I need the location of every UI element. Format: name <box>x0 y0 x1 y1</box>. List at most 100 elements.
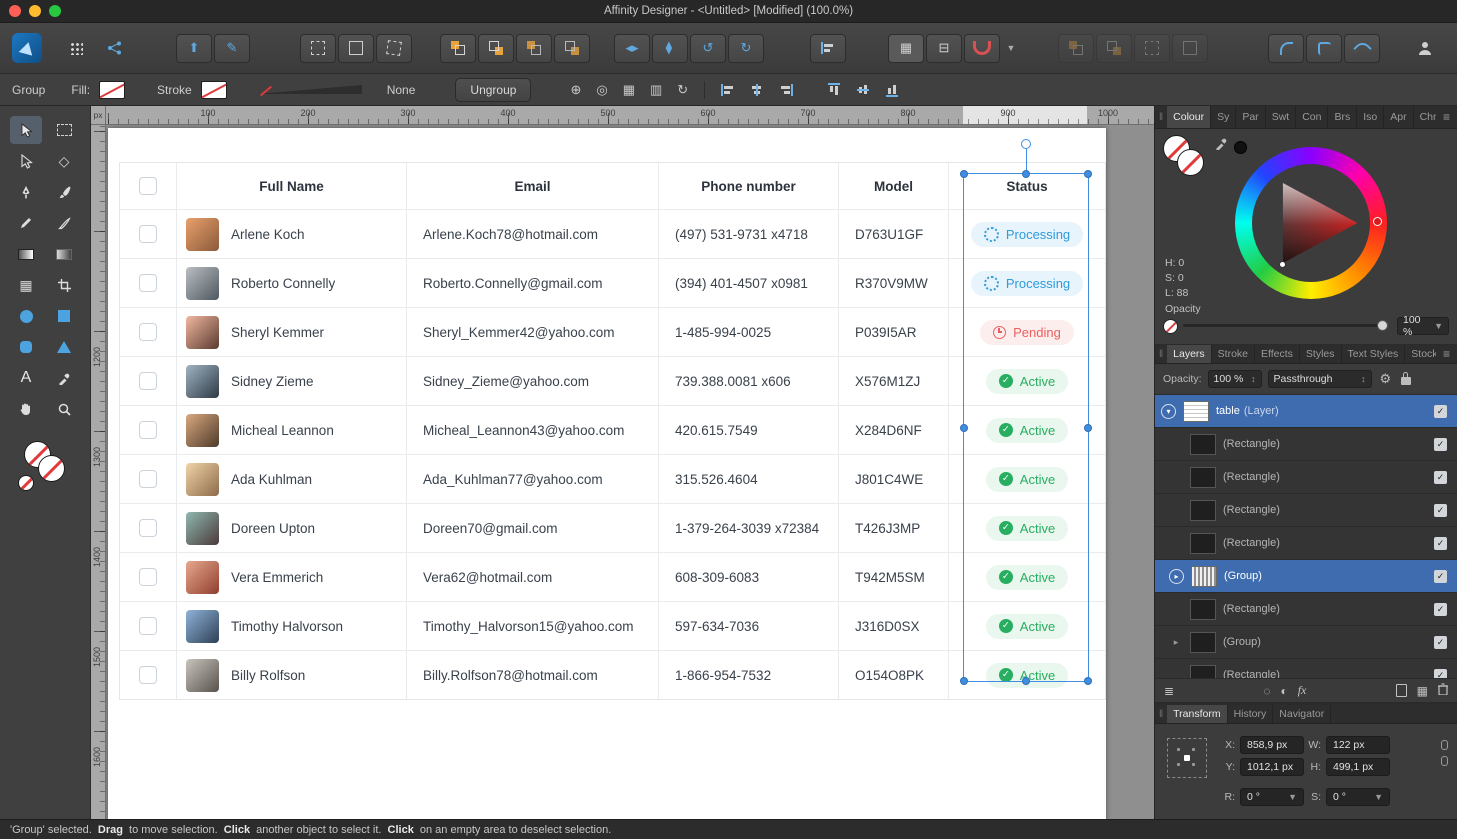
shade-marker[interactable] <box>1279 261 1286 268</box>
layer-visibility-checkbox[interactable]: ✓ <box>1434 602 1447 616</box>
header-model[interactable]: Model <box>839 163 949 209</box>
transform-tab-history[interactable]: History <box>1228 705 1274 723</box>
row-checkbox[interactable] <box>139 666 157 684</box>
close-window-button[interactable] <box>9 5 21 17</box>
minimize-window-button[interactable] <box>29 5 41 17</box>
studio-tab-par[interactable]: Par <box>1236 106 1266 128</box>
vector-brush-tool[interactable] <box>48 209 80 237</box>
show-grid-button[interactable]: ▦ <box>888 33 924 63</box>
status-cell[interactable]: ✓ Active <box>949 553 1105 601</box>
phone-cell[interactable]: 608-309-6083 <box>659 553 839 601</box>
layer-row[interactable]: (Rectangle) ✓ <box>1155 494 1457 527</box>
marquee-transform-button[interactable] <box>376 33 412 63</box>
model-cell[interactable]: D763U1GF <box>839 210 949 258</box>
header-email[interactable]: Email <box>407 163 659 209</box>
move-to-back-button[interactable] <box>554 33 590 63</box>
rotation-handle[interactable] <box>1021 139 1031 149</box>
blend-options-gear-icon[interactable]: ⚙ <box>1380 371 1392 387</box>
picked-colour-well[interactable] <box>1234 141 1247 154</box>
model-cell[interactable]: R370V9MW <box>839 259 949 307</box>
row-checkbox-cell[interactable] <box>120 357 177 405</box>
insert-behind-button[interactable] <box>1058 33 1094 63</box>
pencil-tool[interactable] <box>10 209 42 237</box>
header-status[interactable]: Status <box>949 163 1105 209</box>
avatar[interactable] <box>186 413 219 447</box>
status-cell[interactable]: Processing <box>949 210 1105 258</box>
ungroup-button[interactable]: Ungroup <box>455 77 532 102</box>
transform-tab-transform[interactable]: Transform <box>1167 705 1228 723</box>
alignment-button[interactable] <box>810 33 846 63</box>
fill-swatch-circle[interactable] <box>1177 149 1204 176</box>
layer-visibility-checkbox[interactable]: ✓ <box>1434 503 1447 517</box>
layer-thumbnail[interactable] <box>1183 400 1209 422</box>
corner-tool-button-2[interactable] <box>1306 33 1342 63</box>
fill-tool[interactable] <box>10 240 42 268</box>
corner-tool-button-3[interactable] <box>1344 33 1380 63</box>
row-checkbox-cell[interactable] <box>120 406 177 454</box>
studio-tab-con[interactable]: Con <box>1296 106 1329 128</box>
avatar[interactable] <box>186 511 219 545</box>
stroke-swatch[interactable] <box>200 80 227 99</box>
add-pixel-layer-icon[interactable]: ▦ <box>1417 684 1428 698</box>
layer-visibility-checkbox[interactable]: ✓ <box>1434 404 1447 418</box>
marquee-select-button[interactable] <box>300 33 336 63</box>
align-bottom-button[interactable] <box>882 84 902 97</box>
row-checkbox-cell[interactable] <box>120 259 177 307</box>
layer-visibility-checkbox[interactable]: ✓ <box>1434 635 1447 649</box>
status-badge[interactable]: ✓ Active <box>985 417 1069 443</box>
layer-disclosure-icon[interactable]: ▸ <box>1169 568 1184 584</box>
node-tool[interactable] <box>10 147 42 175</box>
export-persona-button[interactable]: ⬆ <box>176 33 212 63</box>
rounded-rectangle-tool[interactable] <box>10 333 42 361</box>
status-badge[interactable]: Pending <box>980 319 1074 345</box>
status-cell[interactable]: ✓ Active <box>949 651 1105 699</box>
status-cell[interactable]: ✓ Active <box>949 455 1105 503</box>
row-checkbox[interactable] <box>139 568 157 586</box>
vector-crop-tool[interactable] <box>48 271 80 299</box>
layer-thumbnail[interactable] <box>1190 466 1216 488</box>
table-row[interactable]: Doreen Upton Doreen70@gmail.com 1-379-26… <box>120 504 1105 553</box>
opacity-slider[interactable] <box>1183 320 1388 331</box>
table-header-row[interactable]: Full Name Email Phone number Model Statu… <box>120 163 1105 210</box>
pixel-persona-button[interactable]: ✎ <box>214 33 250 63</box>
phone-cell[interactable]: (497) 531-9731 x4718 <box>659 210 839 258</box>
panel-tab-stock[interactable]: Stock <box>1405 345 1436 363</box>
layer-thumbnail[interactable] <box>1190 433 1216 455</box>
status-cell[interactable]: Pending <box>949 308 1105 356</box>
stroke-width-slider[interactable] <box>256 85 362 94</box>
marquee-add-button[interactable] <box>338 33 374 63</box>
layer-row[interactable]: (Rectangle) ✓ <box>1155 659 1457 678</box>
email-cell[interactable]: Billy.Rolfson78@hotmail.com <box>407 651 659 699</box>
status-badge[interactable]: ✓ Active <box>985 368 1069 394</box>
status-cell[interactable]: ✓ Active <box>949 357 1105 405</box>
studio-tab-swt[interactable]: Swt <box>1266 106 1297 128</box>
panel-grip-icon[interactable]: ‖ <box>1155 112 1167 123</box>
opacity-slider-knob[interactable] <box>1377 320 1388 331</box>
lock-icon[interactable] <box>1401 372 1412 385</box>
layer-row[interactable]: (Rectangle) ✓ <box>1155 593 1457 626</box>
row-checkbox[interactable] <box>139 470 157 488</box>
avatar[interactable] <box>186 462 219 496</box>
move-backward-button[interactable] <box>516 33 552 63</box>
layer-visibility-checkbox[interactable]: ✓ <box>1434 437 1447 451</box>
account-button[interactable] <box>1407 34 1443 63</box>
triangle-tool[interactable] <box>48 333 80 361</box>
row-checkbox-cell[interactable] <box>120 210 177 258</box>
blend-mode-dropdown[interactable]: Passthrough ↕ <box>1267 370 1372 388</box>
avatar[interactable] <box>186 217 219 251</box>
pen-tool[interactable] <box>10 178 42 206</box>
layer-thumbnail[interactable] <box>1190 631 1216 653</box>
replace-selection-button[interactable] <box>1172 33 1208 63</box>
snap-divider-button[interactable]: ⊟ <box>926 33 962 63</box>
row-checkbox-cell[interactable] <box>120 455 177 503</box>
status-badge[interactable]: ✓ Active <box>985 662 1069 688</box>
full-name-cell[interactable]: Sheryl Kemmer <box>177 308 407 356</box>
layer-row[interactable]: (Rectangle) ✓ <box>1155 461 1457 494</box>
snapping-button[interactable] <box>964 33 1000 63</box>
status-cell[interactable]: Processing <box>949 259 1105 307</box>
document-page[interactable]: Full Name Email Phone number Model Statu… <box>108 128 1106 819</box>
status-badge[interactable]: ✓ Active <box>985 515 1069 541</box>
align-right-button[interactable] <box>776 83 796 96</box>
full-name-cell[interactable]: Vera Emmerich <box>177 553 407 601</box>
rotate-selection-box-button[interactable]: ↻ <box>674 82 691 98</box>
